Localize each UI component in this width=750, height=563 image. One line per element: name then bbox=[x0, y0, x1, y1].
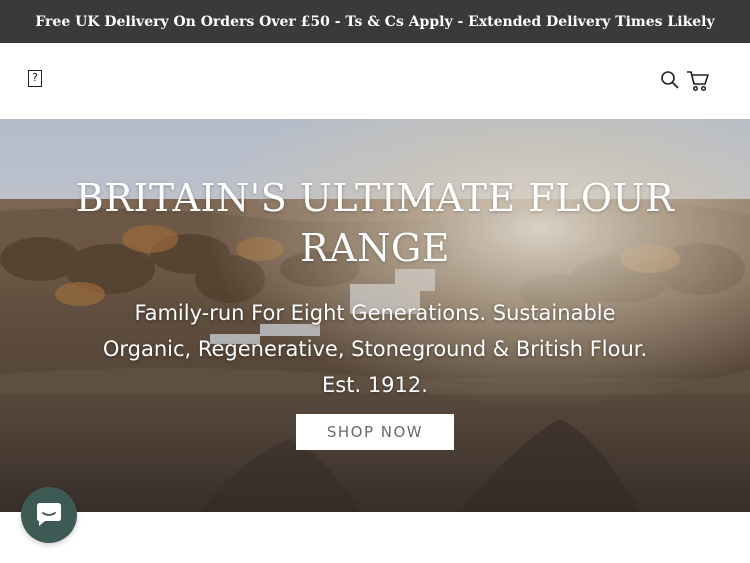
announcement-text: Free UK Delivery On Orders Over £50 - Ts… bbox=[35, 13, 715, 30]
hero-subtitle: Family-run For Eight Generations. Sustai… bbox=[102, 301, 648, 397]
shop-now-button[interactable]: SHOP NOW bbox=[296, 414, 454, 450]
chat-icon bbox=[37, 503, 61, 526]
cart-icon[interactable] bbox=[686, 69, 710, 93]
hero-banner: BRITAIN'S ULTIMATE FLOUR RANGE Family-ru… bbox=[0, 119, 750, 512]
hero-title: BRITAIN'S ULTIMATE FLOUR RANGE bbox=[75, 176, 675, 270]
site-header: ? bbox=[0, 43, 750, 119]
announcement-bar: Free UK Delivery On Orders Over £50 - Ts… bbox=[0, 0, 750, 43]
search-icon[interactable] bbox=[660, 70, 680, 90]
chat-button[interactable] bbox=[21, 487, 77, 543]
broken-image-icon[interactable]: ? bbox=[28, 70, 42, 87]
